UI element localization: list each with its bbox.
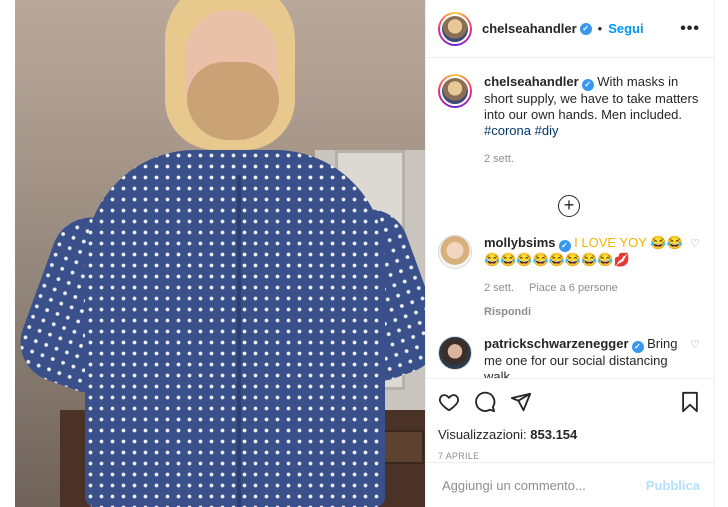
video-shirt bbox=[85, 150, 385, 507]
views-label: Visualizzazioni: bbox=[438, 427, 527, 442]
post-side-panel: chelseahandler ✓ • Segui ••• chelseahand… bbox=[425, 0, 715, 507]
post-date: 7 APRILE bbox=[438, 451, 480, 461]
bookmark-icon[interactable] bbox=[680, 391, 700, 413]
verified-badge-icon: ✓ bbox=[581, 79, 594, 91]
comments-section[interactable]: chelseahandler ✓ With masks in short supp… bbox=[426, 58, 714, 378]
view-count[interactable]: Visualizzazioni: 853.154 bbox=[438, 427, 700, 442]
add-comment-bar: Pubblica bbox=[426, 462, 714, 507]
hashtag-corona[interactable]: #corona bbox=[484, 123, 531, 138]
plus-circle-icon[interactable]: + bbox=[558, 195, 580, 217]
publish-button[interactable]: Pubblica bbox=[646, 478, 700, 493]
views-value: 853.154 bbox=[530, 427, 578, 442]
commenter-avatar[interactable] bbox=[438, 336, 472, 370]
comment-like-heart-icon[interactable]: ♡ bbox=[686, 235, 700, 320]
separator-dot: • bbox=[597, 21, 603, 36]
verified-badge-icon: ✓ bbox=[579, 22, 592, 35]
reply-button[interactable]: Rispondi bbox=[484, 304, 686, 320]
follow-button[interactable]: Segui bbox=[608, 21, 643, 36]
video-shirt-placket bbox=[237, 175, 241, 507]
hashtag-diy[interactable]: #diy bbox=[535, 123, 559, 138]
caption-age: 2 sett. bbox=[484, 153, 514, 165]
caption-author-avatar[interactable] bbox=[438, 74, 472, 108]
comment-item: patrickschwarzenegger ✓ Bring me one for … bbox=[438, 336, 700, 378]
caption: chelseahandler ✓ With masks in short supp… bbox=[438, 74, 700, 167]
caption-author-username[interactable]: chelseahandler bbox=[484, 74, 579, 89]
commenter-username[interactable]: patrickschwarzenegger bbox=[484, 336, 629, 351]
author-username[interactable]: chelseahandler bbox=[482, 21, 577, 36]
comment-like-heart-icon[interactable]: ♡ bbox=[686, 336, 700, 378]
comment-likes[interactable]: Piace a 6 persone bbox=[529, 282, 618, 294]
comment-text-emoji-line: 😂😂😂😂😂😂😂😂💋 bbox=[484, 252, 630, 267]
verified-badge-icon: ✓ bbox=[631, 341, 644, 353]
comment-age: 2 sett. bbox=[484, 282, 514, 294]
comment-item: mollybsims ✓ I LOVE YOY 😂😂 😂😂😂😂😂😂😂😂💋 2 se… bbox=[438, 235, 700, 320]
author-avatar[interactable] bbox=[438, 11, 472, 46]
post-header: chelseahandler ✓ • Segui ••• bbox=[426, 0, 714, 58]
share-paper-plane-icon[interactable] bbox=[510, 391, 532, 413]
comment-input[interactable] bbox=[442, 477, 646, 493]
video-mask bbox=[187, 62, 279, 140]
comment-bubble-icon[interactable] bbox=[474, 391, 496, 413]
commenter-username[interactable]: mollybsims bbox=[484, 235, 556, 250]
verified-badge-icon: ✓ bbox=[558, 240, 571, 252]
comment-text: I LOVE YOY 😂😂 bbox=[574, 235, 683, 250]
post-actions: Visualizzazioni: 853.154 7 APRILE bbox=[426, 378, 714, 461]
like-heart-icon[interactable] bbox=[438, 391, 460, 413]
commenter-avatar[interactable] bbox=[438, 235, 472, 269]
post-video[interactable] bbox=[15, 0, 425, 507]
more-horizontal-icon[interactable]: ••• bbox=[680, 20, 700, 38]
